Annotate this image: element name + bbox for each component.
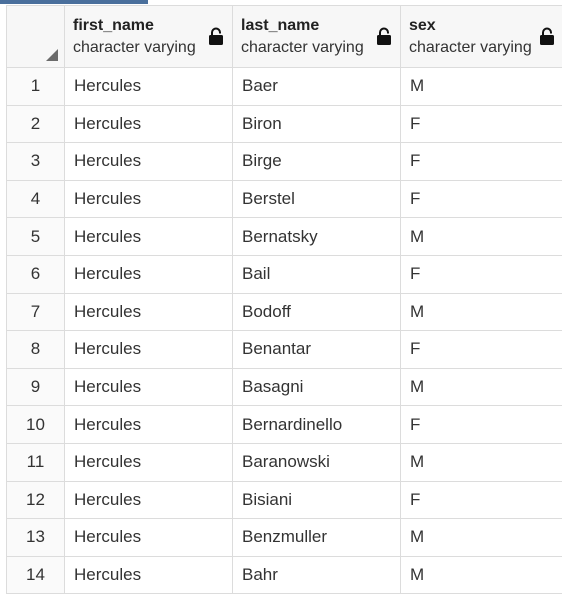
table-row[interactable]: 2 Hercules Biron F <box>7 105 562 144</box>
table-row[interactable]: 6 Hercules Bail F <box>7 255 562 294</box>
row-number[interactable]: 9 <box>7 368 65 406</box>
row-number[interactable]: 4 <box>7 180 65 218</box>
cell-sex[interactable]: F <box>401 181 562 218</box>
select-all-corner-icon[interactable] <box>46 49 58 61</box>
cell-sex[interactable]: M <box>401 218 562 255</box>
column-header-sex[interactable]: sex character varying <box>401 6 562 67</box>
cell-sex[interactable]: F <box>401 143 562 180</box>
table-row[interactable]: 3 Hercules Birge F <box>7 143 562 181</box>
table-row[interactable]: 7 Hercules Bodoff M <box>7 293 562 332</box>
cell-first-name[interactable]: Hercules <box>65 368 233 406</box>
cell-first-name[interactable]: Hercules <box>65 331 233 368</box>
column-type: character varying <box>409 38 532 56</box>
cell-last-name[interactable]: Basagni <box>233 368 401 406</box>
query-results-grid: first_name character varying last_name c… <box>6 5 562 594</box>
table-row[interactable]: 8 Hercules Benantar F <box>7 331 562 369</box>
cell-first-name[interactable]: Hercules <box>65 180 233 218</box>
cell-last-name[interactable]: Bodoff <box>233 293 401 331</box>
row-number[interactable]: 13 <box>7 519 65 556</box>
table-row[interactable]: 13 Hercules Benzmuller M <box>7 519 562 557</box>
row-number[interactable]: 14 <box>7 556 65 594</box>
row-number[interactable]: 2 <box>7 105 65 143</box>
column-type: character varying <box>73 38 196 56</box>
cell-sex[interactable]: M <box>401 519 562 556</box>
cell-first-name[interactable]: Hercules <box>65 105 233 143</box>
cell-last-name[interactable]: Baranowski <box>233 443 401 481</box>
column-name: last_name <box>241 16 320 34</box>
lock-icon <box>209 27 223 45</box>
cell-first-name[interactable]: Hercules <box>65 443 233 481</box>
cell-sex[interactable]: F <box>401 406 562 443</box>
row-number[interactable]: 3 <box>7 143 65 180</box>
cell-sex[interactable]: M <box>401 444 562 481</box>
column-type: character varying <box>241 38 364 56</box>
cell-sex[interactable]: F <box>401 106 562 143</box>
cell-last-name[interactable]: Berstel <box>233 180 401 218</box>
table-row[interactable]: 12 Hercules Bisiani F <box>7 481 562 520</box>
cell-last-name[interactable]: Benzmuller <box>233 519 401 556</box>
row-number[interactable]: 12 <box>7 481 65 519</box>
row-number[interactable]: 1 <box>7 68 65 105</box>
cell-first-name[interactable]: Hercules <box>65 255 233 293</box>
cell-first-name[interactable]: Hercules <box>65 556 233 594</box>
cell-last-name[interactable]: Bahr <box>233 556 401 594</box>
cell-first-name[interactable]: Hercules <box>65 406 233 443</box>
cell-last-name[interactable]: Bernatsky <box>233 218 401 255</box>
cell-first-name[interactable]: Hercules <box>65 519 233 556</box>
row-number[interactable]: 6 <box>7 255 65 293</box>
table-row[interactable]: 14 Hercules Bahr M <box>7 556 562 594</box>
table-row[interactable]: 11 Hercules Baranowski M <box>7 443 562 482</box>
column-name: sex <box>409 16 436 34</box>
lock-icon <box>377 27 391 45</box>
cell-first-name[interactable]: Hercules <box>65 293 233 331</box>
cell-first-name[interactable]: Hercules <box>65 143 233 180</box>
column-name: first_name <box>73 16 154 34</box>
table-row[interactable]: 5 Hercules Bernatsky M <box>7 218 562 256</box>
cell-first-name[interactable]: Hercules <box>65 481 233 519</box>
cell-sex[interactable]: F <box>401 256 562 293</box>
row-number[interactable]: 11 <box>7 443 65 481</box>
cell-last-name[interactable]: Birge <box>233 143 401 180</box>
cell-last-name[interactable]: Baer <box>233 68 401 105</box>
row-number[interactable]: 7 <box>7 293 65 331</box>
column-header-first-name[interactable]: first_name character varying <box>65 6 233 67</box>
cell-sex[interactable]: F <box>401 331 562 368</box>
cell-last-name[interactable]: Bisiani <box>233 481 401 519</box>
cell-last-name[interactable]: Bail <box>233 255 401 293</box>
cell-sex[interactable]: M <box>401 369 562 406</box>
cell-sex[interactable]: M <box>401 294 562 331</box>
cell-last-name[interactable]: Benantar <box>233 331 401 368</box>
row-number[interactable]: 10 <box>7 406 65 443</box>
column-header-last-name[interactable]: last_name character varying <box>233 6 401 67</box>
cell-last-name[interactable]: Biron <box>233 105 401 143</box>
table-row[interactable]: 10 Hercules Bernardinello F <box>7 406 562 444</box>
table-row[interactable]: 4 Hercules Berstel F <box>7 180 562 219</box>
row-number[interactable]: 8 <box>7 331 65 368</box>
table-row[interactable]: 1 Hercules Baer M <box>7 68 562 106</box>
lock-icon <box>540 27 554 45</box>
row-number[interactable]: 5 <box>7 218 65 255</box>
active-tab-indicator <box>0 0 148 4</box>
table-row[interactable]: 9 Hercules Basagni M <box>7 368 562 407</box>
cell-first-name[interactable]: Hercules <box>65 68 233 105</box>
header-row: first_name character varying last_name c… <box>7 6 562 68</box>
cell-sex[interactable]: M <box>401 557 562 594</box>
cell-sex[interactable]: F <box>401 482 562 519</box>
cell-last-name[interactable]: Bernardinello <box>233 406 401 443</box>
row-number-header[interactable] <box>7 6 65 67</box>
cell-first-name[interactable]: Hercules <box>65 218 233 255</box>
cell-sex[interactable]: M <box>401 68 562 105</box>
